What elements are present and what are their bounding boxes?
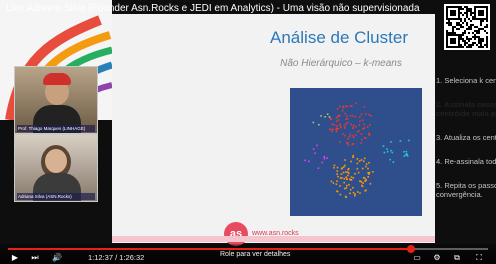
video-title[interactable]: Live Adriana Silva (Founder Asn.Rocks e … — [6, 3, 446, 14]
time-display: 1:12:37 / 1:26:32 — [88, 253, 145, 262]
cluster-scatter-image — [290, 88, 422, 216]
webcam-1-label: Prof. Thiago Marques (LINHAGE) — [17, 125, 95, 132]
video-player[interactable]: Análise de Cluster Não Hierárquico – k-m… — [0, 0, 496, 264]
step-5: 5. Repita os passos 3 e 4 até a convergê… — [436, 181, 496, 199]
qr-code-icon — [444, 4, 490, 50]
red-cap — [43, 73, 71, 85]
presentation-slide: Análise de Cluster Não Hierárquico – k-m… — [112, 14, 496, 246]
fullscreen-icon[interactable]: ⛶ — [472, 251, 486, 264]
webcam-presenter-1: Prof. Thiago Marques (LINHAGE) — [14, 66, 98, 134]
step-4: 4. Re-assinala todos os casos. — [436, 157, 496, 166]
volume-icon[interactable]: 🔊 — [50, 251, 64, 264]
slide-title: Análise de Cluster — [270, 28, 408, 47]
progress-bar[interactable] — [8, 245, 488, 253]
asn-logo: as — [224, 222, 248, 246]
play-icon[interactable]: ▶ — [8, 251, 22, 264]
webcam-presenter-2: Adriana Silva (ASN.Rocks) — [14, 134, 98, 202]
settings-icon[interactable]: ⚙ — [430, 251, 444, 264]
scroll-hint: Role para ver detalhes — [220, 251, 291, 258]
subtitles-icon[interactable]: ▭ — [410, 251, 424, 264]
kmeans-steps-list: 1. Seleciona k centróides . 2. Assinala … — [436, 76, 496, 214]
step-1: 1. Seleciona k centróides . — [436, 76, 496, 85]
person-head — [45, 149, 67, 173]
slide-bottom-bar — [112, 236, 435, 242]
step-2: 2. Assinala casos para o centróide mais … — [436, 100, 496, 118]
progress-fill — [8, 248, 412, 250]
webcam-2-label: Adriana Silva (ASN.Rocks) — [17, 193, 95, 200]
slide-subtitle: Não Hierárquico – k-means — [280, 58, 402, 69]
step-3: 3. Atualiza os centróides. — [436, 133, 496, 142]
next-icon[interactable]: ⏭ — [28, 251, 42, 264]
miniplayer-icon[interactable]: ⧉ — [450, 251, 464, 264]
